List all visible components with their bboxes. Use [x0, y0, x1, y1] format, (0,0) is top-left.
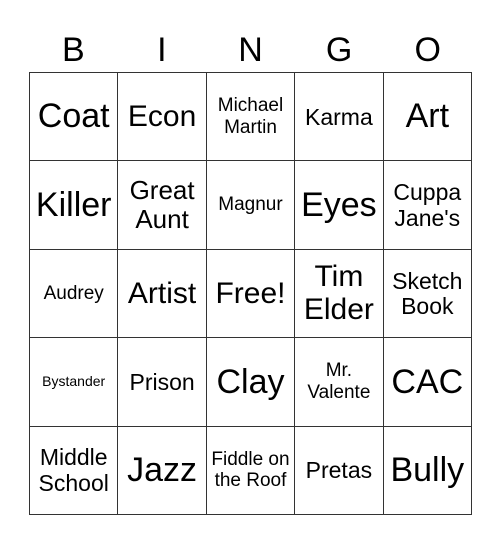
bingo-cell-r3-c4[interactable]: Tim Elder: [295, 249, 384, 339]
bingo-header: B I N G O: [29, 28, 472, 72]
cell-text: Great Aunt: [129, 174, 195, 235]
cell-text: Magnur: [218, 194, 283, 216]
cell-text: CAC: [391, 362, 464, 401]
bingo-cell-r5-c3[interactable]: Fiddle on the Roof: [206, 426, 296, 515]
bingo-cell-r4-c5[interactable]: CAC: [383, 338, 472, 427]
header-letter-o: O: [414, 31, 441, 69]
bingo-cell-r1-c2[interactable]: Econ: [118, 73, 207, 162]
bingo-cell-r5-c5[interactable]: Bully: [383, 426, 472, 515]
cell-text: Karma: [305, 103, 373, 130]
cell-text: Fiddle on the Roof: [211, 448, 290, 492]
header-letter-g: G: [325, 31, 353, 69]
bingo-cell-r1-c3[interactable]: Michael Martin: [206, 73, 296, 162]
free-space-text: Free!: [215, 276, 286, 310]
bingo-cell-r2-c2[interactable]: Great Aunt: [118, 161, 207, 250]
cell-text: Clay: [216, 362, 285, 401]
cell-text: Cuppa Jane's: [393, 179, 462, 232]
cell-text: Coat: [37, 97, 110, 136]
bingo-cell-free-space[interactable]: Free!: [206, 249, 296, 339]
header-letter-i: I: [157, 31, 167, 69]
cell-text: Sketch Book: [392, 267, 463, 320]
bingo-cell-r3-c1[interactable]: Audrey: [30, 249, 119, 339]
bingo-cell-r4-c2[interactable]: Prison: [118, 338, 207, 427]
cell-text: Audrey: [43, 282, 104, 304]
bingo-grid: Coat Econ Michael Martin Karma Art Kille…: [29, 72, 472, 515]
bingo-cell-r2-c4[interactable]: Eyes: [295, 161, 384, 250]
header-letter-b: B: [61, 31, 85, 69]
bingo-cell-r1-c5[interactable]: Art: [383, 73, 472, 162]
cell-text: Eyes: [301, 185, 377, 224]
bingo-cell-r2-c1[interactable]: Killer: [30, 161, 119, 250]
cell-text: Prison: [129, 368, 195, 395]
cell-text: Middle School: [38, 444, 109, 497]
bingo-cell-r5-c2[interactable]: Jazz: [118, 426, 207, 515]
cell-text: Jazz: [127, 451, 198, 490]
bingo-cell-r3-c5[interactable]: Sketch Book: [383, 249, 472, 339]
cell-text: Michael Martin: [217, 95, 284, 138]
cell-text: Art: [405, 97, 450, 136]
header-letter-n: N: [238, 31, 263, 69]
cell-text: Artist: [127, 276, 197, 310]
bingo-cell-r2-c5[interactable]: Cuppa Jane's: [383, 161, 472, 250]
bingo-cell-r5-c4[interactable]: Pretas: [295, 426, 384, 515]
bingo-cell-r1-c4[interactable]: Karma: [295, 73, 384, 162]
cell-text: Mr. Valente: [307, 360, 371, 403]
cell-text: Tim Elder: [303, 259, 374, 327]
bingo-cell-r2-c3[interactable]: Magnur: [206, 161, 296, 250]
cell-text: Pretas: [305, 457, 373, 484]
bingo-cell-r1-c1[interactable]: Coat: [30, 73, 119, 162]
bingo-cell-r5-c1[interactable]: Middle School: [30, 426, 119, 515]
bingo-cell-r4-c1[interactable]: Bystander: [30, 338, 119, 427]
bingo-cell-r4-c3[interactable]: Clay: [206, 338, 296, 427]
cell-text: Bully: [390, 451, 465, 490]
cell-text: Killer: [35, 185, 112, 224]
bingo-cell-r3-c2[interactable]: Artist: [118, 249, 207, 339]
cell-text: Econ: [127, 99, 197, 133]
bingo-cell-r4-c4[interactable]: Mr. Valente: [295, 338, 384, 427]
cell-text: Bystander: [42, 372, 106, 389]
